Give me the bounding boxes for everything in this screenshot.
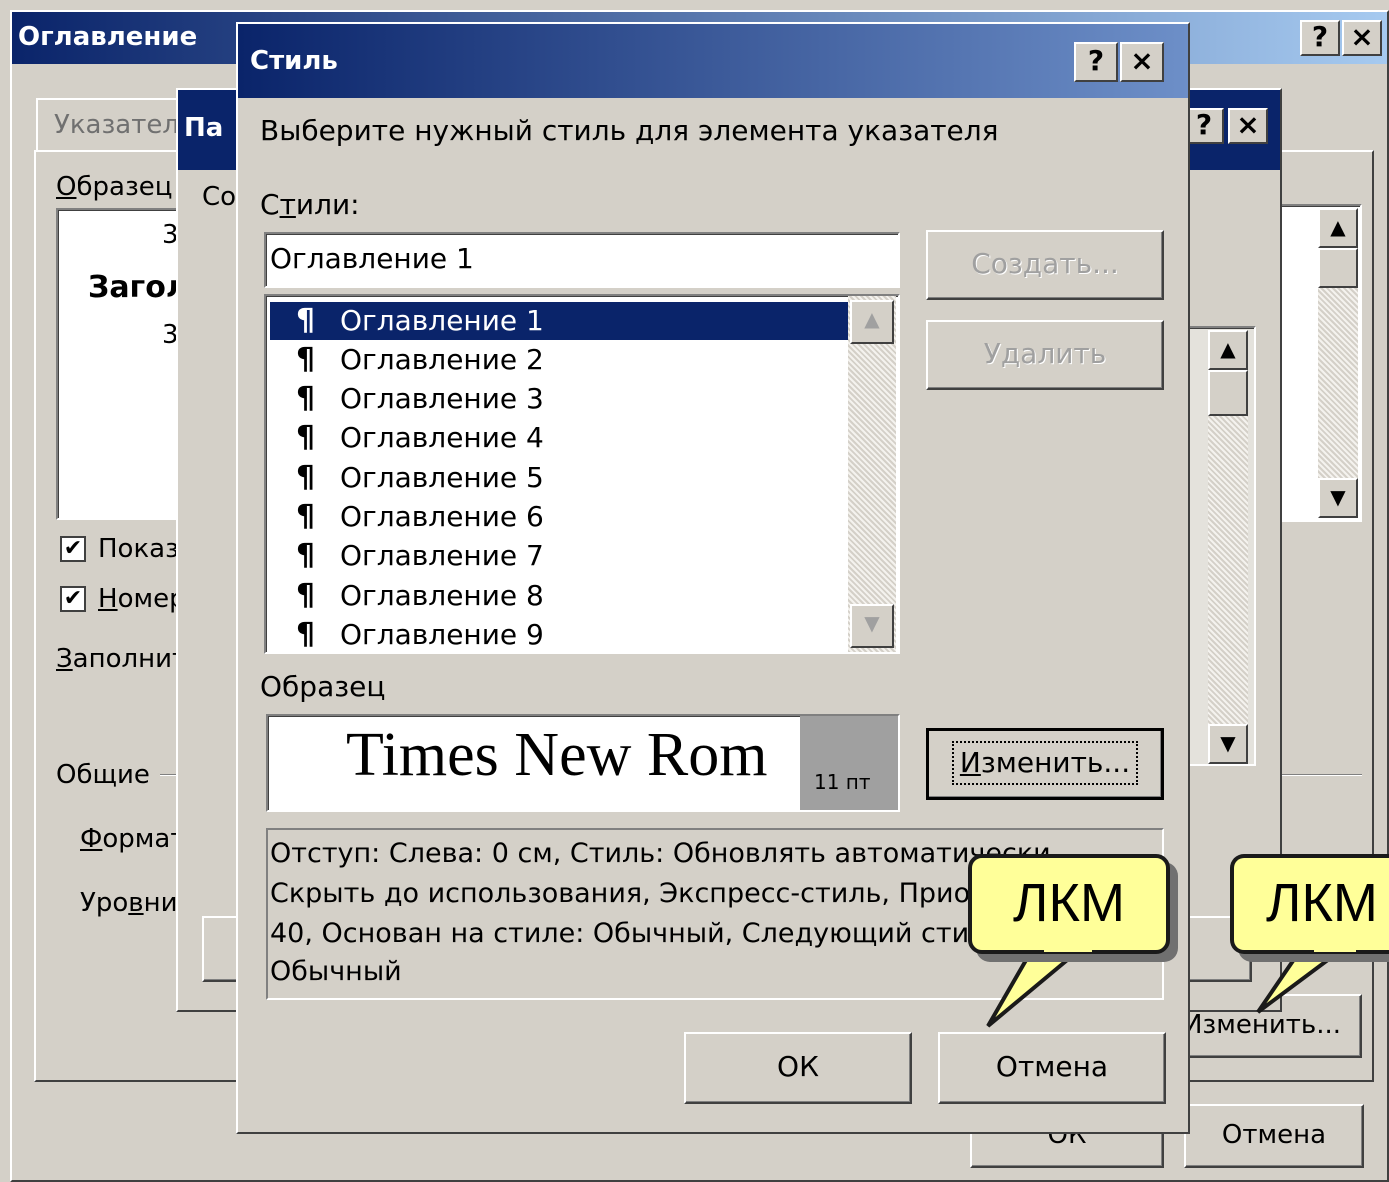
callout-pointers: [986, 934, 1367, 1028]
callout-right-join: [1314, 944, 1356, 952]
callout-left: ЛКМ: [968, 854, 1170, 954]
callout-left-join: [1044, 944, 1092, 952]
callout-right: ЛКМ: [1230, 854, 1389, 954]
